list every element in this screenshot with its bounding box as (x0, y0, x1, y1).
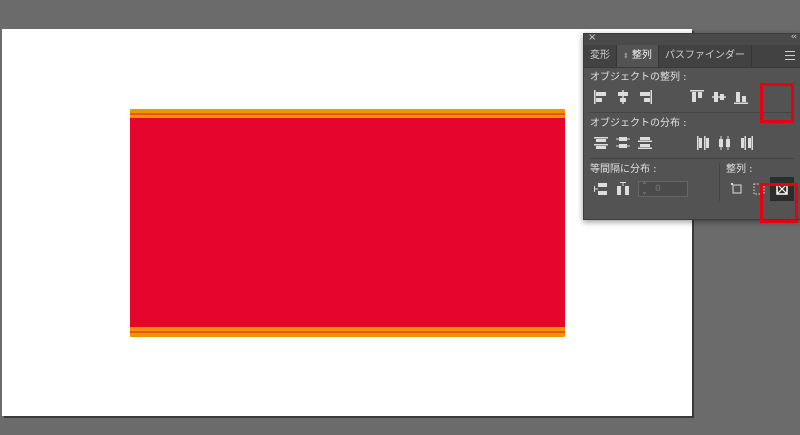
distribute-left-icon[interactable] (692, 132, 714, 154)
distribute-spacing-row: ⌃ ⌄ 0 (590, 177, 713, 201)
collapse-icon[interactable]: ‹‹ (791, 32, 797, 42)
align-to-selection-icon[interactable] (726, 178, 748, 200)
align-vertical-center-icon[interactable] (708, 86, 730, 108)
tab-pathfinder[interactable]: パスファインダー (659, 45, 752, 67)
banner-shape[interactable] (130, 109, 565, 337)
close-icon[interactable]: × (588, 32, 596, 43)
panel-titlebar[interactable]: × ‹‹ (584, 32, 800, 45)
bottom-orange-band (130, 327, 565, 337)
highlight-align-bottom (760, 83, 794, 123)
align-right-icon[interactable] (634, 86, 656, 108)
distribute-bottom-icon[interactable] (634, 132, 656, 154)
distribute-horizontal-center-icon[interactable] (714, 132, 736, 154)
distribute-vertical-center-icon[interactable] (612, 132, 634, 154)
align-bottom-icon[interactable] (730, 86, 752, 108)
panel-tabs: 変形 ⇕ 整列 パスファインダー (584, 45, 800, 68)
align-left-icon[interactable] (590, 86, 612, 108)
align-top-icon[interactable] (686, 86, 708, 108)
align-horizontal-center-icon[interactable] (612, 86, 634, 108)
red-rectangle (130, 118, 565, 328)
tab-transform[interactable]: 変形 (584, 45, 617, 67)
distribute-right-icon[interactable] (736, 132, 758, 154)
distribute-top-icon[interactable] (590, 132, 612, 154)
horizontal-distribute-space-icon[interactable] (612, 178, 634, 200)
align-to-title: 整列 : (726, 164, 753, 175)
highlight-align-to-artboard (760, 183, 798, 223)
tab-align[interactable]: ⇕ 整列 (617, 45, 659, 67)
distribute-spacing-title: 等間隔に分布 : (590, 164, 657, 175)
panel-menu-icon[interactable] (785, 51, 795, 60)
vertical-distribute-space-icon[interactable] (590, 178, 612, 200)
distribute-objects-row (590, 131, 794, 155)
expand-arrows-icon: ⇕ (623, 52, 629, 60)
spinner-icon[interactable]: ⌃ ⌄ (641, 182, 648, 196)
spacing-value-input[interactable]: ⌃ ⌄ 0 (638, 181, 688, 197)
